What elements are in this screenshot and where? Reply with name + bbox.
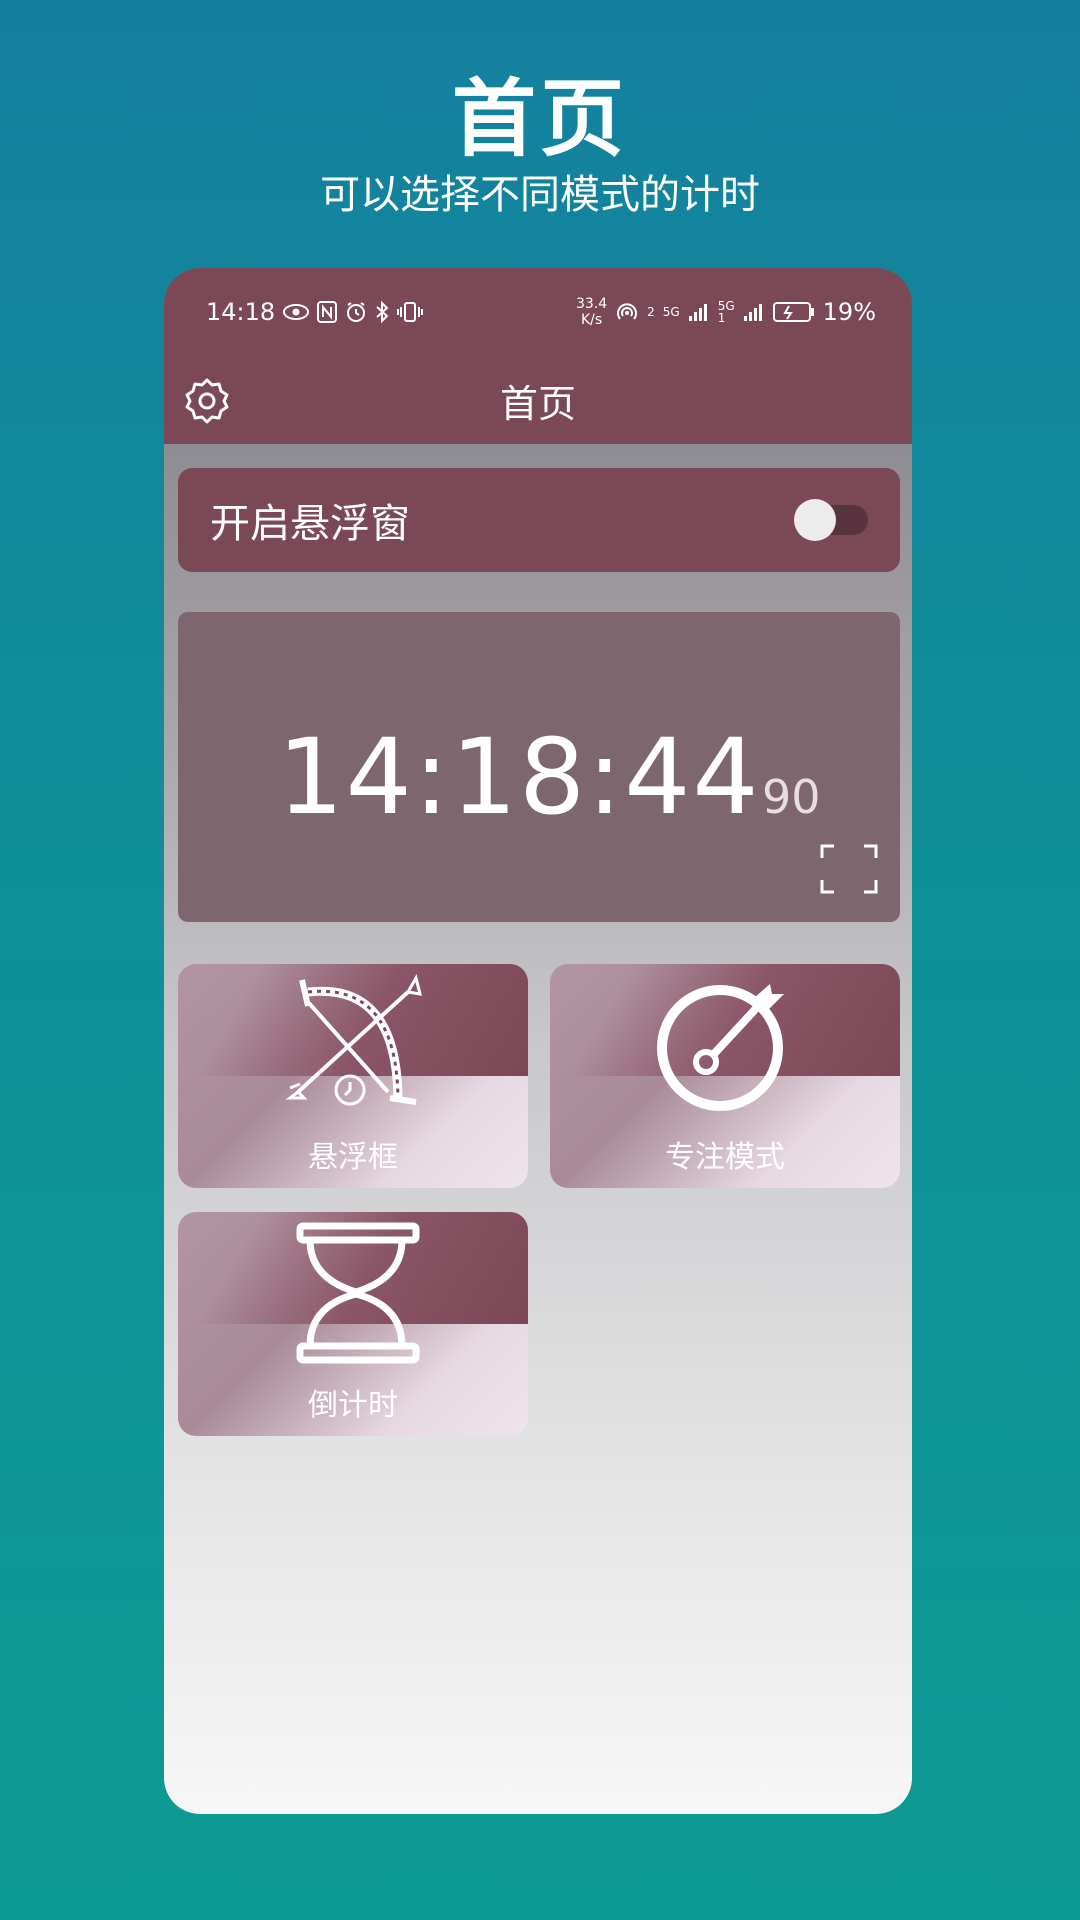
mode-tile-focus[interactable]: 专注模式: [550, 964, 900, 1188]
mode-label: 悬浮框: [308, 1140, 398, 1175]
signal-label: 1: [717, 311, 726, 325]
float-window-toggle[interactable]: [794, 499, 868, 541]
status-time: 14:18: [206, 298, 276, 326]
toggle-knob: [794, 499, 836, 541]
vibrate-icon: [397, 302, 424, 322]
signal-icon: [688, 304, 707, 321]
signal-label: 5G: [662, 305, 680, 319]
signal-label: 2: [647, 305, 655, 319]
mode-label: 专注模式: [665, 1140, 785, 1175]
mode-tile-float[interactable]: 悬浮框: [178, 964, 528, 1188]
signal-icon: [743, 304, 762, 321]
battery-icon: [772, 302, 814, 322]
app-bar: 首页: [164, 356, 912, 444]
battery-percent: 19%: [822, 298, 876, 326]
net-speed: 33.4 K/s: [575, 296, 608, 328]
alarm-icon: [347, 302, 366, 322]
bluetooth-icon: [376, 301, 389, 323]
nfc-icon: [317, 301, 338, 323]
clock-card: 14:18:44 90: [178, 612, 900, 922]
mode-tile-countdown[interactable]: 倒计时: [178, 1212, 528, 1436]
target-icon: [657, 984, 784, 1111]
settings-button[interactable]: [182, 376, 232, 426]
gear-icon: [185, 378, 229, 424]
status-bar: 14:18 33.4 K/s 2 5G 5G 1 19%: [164, 268, 912, 356]
promo-title: 首页: [451, 70, 628, 168]
phone-screen: 14:18 33.4 K/s 2 5G 5G 1 19% 首页 开启悬浮窗 14…: [164, 268, 912, 1814]
eye-icon: [283, 304, 310, 320]
float-window-row: 开启悬浮窗: [178, 468, 900, 572]
mode-label: 倒计时: [308, 1388, 398, 1423]
hotspot-icon: [617, 303, 638, 320]
page-title: 首页: [499, 381, 576, 426]
clock-fraction: 90: [762, 770, 821, 824]
fullscreen-icon[interactable]: [820, 844, 878, 894]
float-window-label: 开启悬浮窗: [210, 501, 410, 547]
hourglass-icon: [296, 1222, 420, 1364]
promo-subtitle: 可以选择不同模式的计时: [320, 172, 760, 218]
bow-arrow-clock-icon: [285, 974, 423, 1106]
